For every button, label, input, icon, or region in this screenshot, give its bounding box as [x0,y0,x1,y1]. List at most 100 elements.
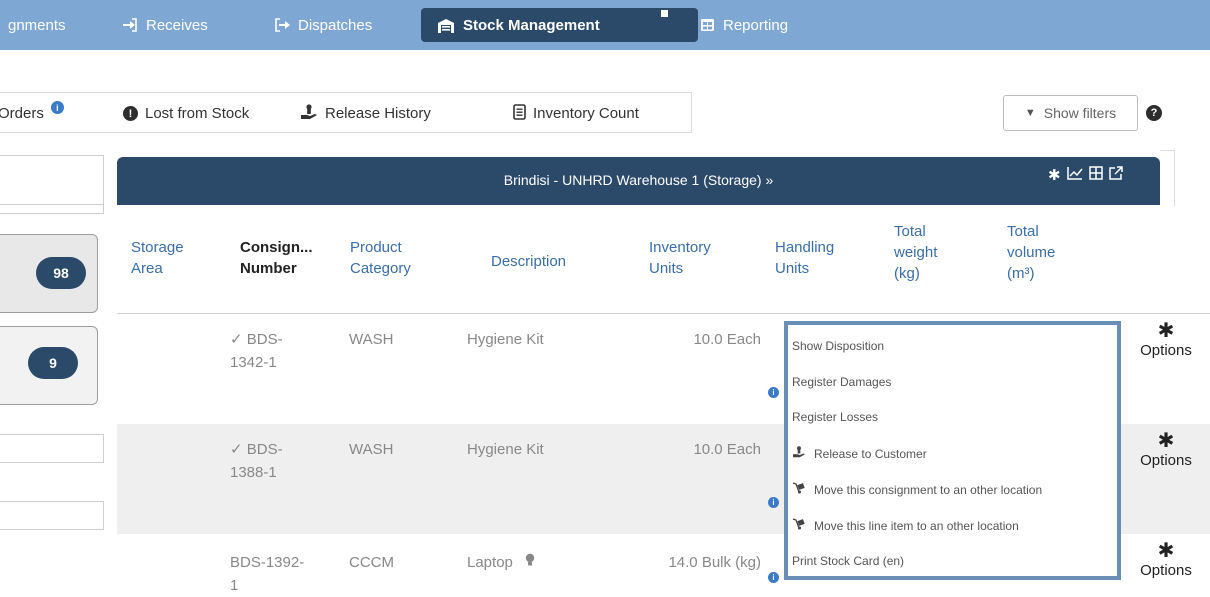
nav-reporting[interactable]: Reporting [690,8,798,42]
header-line: Total [894,223,926,240]
gear-icon: ✱ [1157,320,1175,342]
header-line: (kg) [894,265,920,282]
cell-line: 1388-1 [230,464,277,481]
row-options-menu: Show Disposition Register Damages Regist… [784,321,1121,580]
header-line: Total [1007,223,1039,240]
nav-consignments[interactable]: gnments [0,8,76,42]
external-link-icon[interactable] [1108,166,1123,184]
header-line: Number [240,260,297,277]
left-panel-divider [0,205,104,214]
header-line: Units [649,260,684,277]
panel-frame [1160,150,1175,206]
show-filters-button[interactable]: ▼ Show filters [1003,95,1138,131]
options-label: Options [1140,342,1192,359]
info-icon[interactable]: i [768,387,779,398]
grid-icon[interactable] [1088,166,1103,184]
menu-register-damages[interactable]: Register Damages [792,375,891,389]
nav-receives[interactable]: Receives [112,8,218,42]
nav-dispatches[interactable]: Dispatches [264,8,382,42]
tab-release-history-label: Release History [325,105,431,122]
info-icon[interactable]: i [768,497,779,508]
cell-consignment[interactable]: ✓ BDS- 1388-1 [230,438,283,484]
cell-consignment[interactable]: BDS-1392- 1 [230,551,304,597]
warehouse-tools: ✱ [1048,166,1123,184]
header-line: Storage [131,239,184,256]
cell-category: WASH [349,331,394,348]
cell-description: Hygiene Kit [467,331,544,348]
nav-stock-management-label: Stock Management [463,16,600,34]
cell-line: ✓ BDS- [230,331,283,348]
menu-move-line-item[interactable]: Move this line item to an other location [792,518,1019,533]
menu-item-label: Move this consignment to an other locati… [814,482,1043,497]
menu-print-stock-card[interactable]: Print Stock Card (en) [792,554,904,568]
menu-move-consignment[interactable]: Move this consignment to an other locati… [792,482,1042,497]
header-line: Consign... [240,239,313,256]
header-total-volume[interactable]: Total volume (m³) [1007,221,1055,284]
nav-consignments-label: gnments [8,16,66,34]
info-icon[interactable]: i [768,572,779,583]
options-label: Options [1140,452,1192,469]
sign-out-icon [274,18,290,32]
tab-inventory-count[interactable]: Inventory Count [513,93,639,134]
nav-stock-management[interactable]: Stock Management [421,8,698,42]
tab-release-history[interactable]: Release History [300,93,431,134]
cell-description: Laptop [467,551,535,574]
menu-item-label: Register Damages [792,375,892,389]
cell-category: WASH [349,441,394,458]
exclamation-icon: ! [123,106,138,121]
header-line: Description [491,253,567,270]
cell-units: 10.0 Each [693,441,761,458]
row-options-button[interactable]: ✱ Options [1133,430,1199,469]
header-inventory-units[interactable]: Inventory Units [649,237,711,279]
menu-item-label: Move this line item to an other location [814,518,1019,533]
menu-item-label: Show Disposition [792,339,885,353]
table-icon [700,18,715,32]
warehouse-title[interactable]: Brindisi - UNHRD Warehouse 1 (Storage) » [117,172,1160,188]
left-card-2[interactable]: 9 [0,326,98,405]
header-line: Category [350,260,411,277]
header-consignment-number[interactable]: Consign... Number [240,237,313,279]
hand-icon [300,103,318,124]
nav-dispatches-label: Dispatches [298,16,373,34]
stock-subtabs: Orders i ! Lost from Stock Release Histo… [0,92,692,133]
nav-reporting-label: Reporting [723,16,789,34]
top-nav: gnments Receives Dispatches Stock Manage… [0,0,1210,50]
lightbulb-icon[interactable] [525,551,535,574]
header-line: Product [350,239,402,256]
left-panel-header [0,155,104,205]
cell-consignment[interactable]: ✓ BDS- 1342-1 [230,328,283,374]
menu-release-to-customer[interactable]: Release to Customer [792,446,927,461]
count-pill-2: 9 [28,347,78,379]
filter-icon: ▼ [1024,107,1036,119]
help-icon[interactable]: ? [1146,105,1162,121]
menu-register-losses[interactable]: Register Losses [792,410,878,424]
left-card-1[interactable]: 98 [0,234,98,313]
menu-item-label: Print Stock Card (en) [792,554,905,568]
chart-icon[interactable] [1066,166,1083,184]
tab-orders[interactable]: Orders i [0,93,64,134]
show-filters-label: Show filters [1043,105,1117,121]
cell-line: ✓ BDS- [230,441,283,458]
header-handling-units[interactable]: Handling Units [775,237,834,279]
header-line: Inventory [649,239,711,256]
header-storage-area[interactable]: Storage Area [131,237,184,279]
row-options-button[interactable]: ✱ Options [1133,540,1199,579]
dolly-icon [792,482,806,497]
cell-units: 10.0 Each [693,331,761,348]
info-badge-icon: i [50,101,64,114]
header-line: Units [775,260,810,277]
cell-category: CCCM [349,554,394,571]
header-product-category[interactable]: Product Category [350,237,411,279]
row-options-button[interactable]: ✱ Options [1133,320,1199,359]
tab-lost-from-stock[interactable]: ! Lost from Stock [123,93,249,134]
tab-inventory-count-label: Inventory Count [533,105,639,122]
dolly-icon [792,518,806,533]
count-pill-1: 98 [36,257,86,289]
header-line: Handling [775,239,835,256]
header-total-weight[interactable]: Total weight (kg) [894,221,937,284]
notification-square-icon [661,10,668,17]
gear-icon[interactable]: ✱ [1048,166,1061,184]
header-description[interactable]: Description [491,251,566,272]
menu-show-disposition[interactable]: Show Disposition [792,339,884,353]
warehouse-bar: Brindisi - UNHRD Warehouse 1 (Storage) » [117,157,1160,205]
